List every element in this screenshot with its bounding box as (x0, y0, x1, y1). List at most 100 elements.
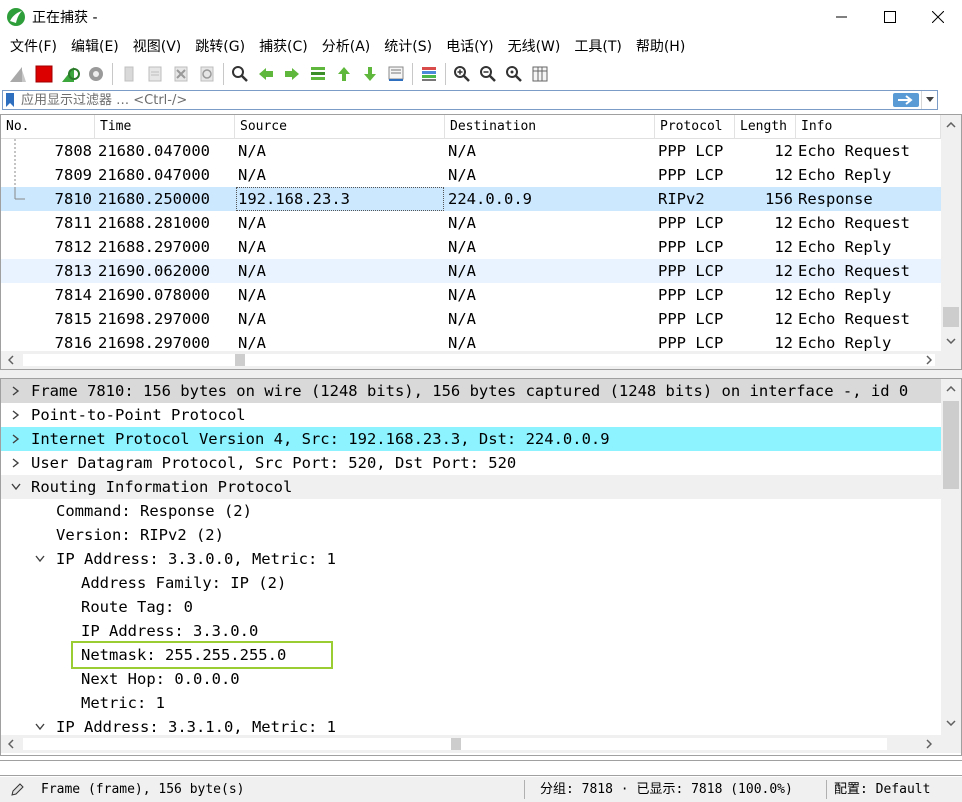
packet-row[interactable]: 7816 21698.297000 N/A N/A PPP LCP 12 Echo Repl… (1, 331, 941, 351)
go-to-packet-button[interactable] (305, 61, 331, 87)
close-file-button[interactable] (168, 61, 194, 87)
column-header-no[interactable]: No. (1, 115, 95, 139)
menu-item[interactable]: 无线(W) (501, 35, 568, 59)
display-filter-input[interactable] (17, 91, 893, 109)
column-header-source[interactable]: Source (235, 115, 445, 139)
packet-row[interactable]: 7811 21688.281000 N/A N/A PPP LCP 12 Echo Requ… (1, 211, 941, 235)
detail-tree-item[interactable]: Routing Information Protocol (1, 475, 941, 499)
packet-row[interactable]: 7812 21688.297000 N/A N/A PPP LCP 12 Echo Repl… (1, 235, 941, 259)
menu-item[interactable]: 编辑(E) (64, 35, 126, 59)
detail-tree-item[interactable]: Metric: 1 (1, 691, 941, 715)
column-header-destination[interactable]: Destination (445, 115, 655, 139)
packet-cell-no: 7812 (54, 238, 92, 256)
detail-tree-item[interactable]: Command: Response (2) (1, 499, 941, 523)
menu-item[interactable]: 统计(S) (377, 35, 439, 59)
chevron-right-icon[interactable] (9, 431, 23, 447)
chevron-right-icon[interactable] (9, 455, 23, 471)
detail-tree-item[interactable]: Internet Protocol Version 4, Src: 192.16… (1, 427, 941, 451)
packet-cell-length: 156 (765, 190, 793, 208)
details-vertical-scrollbar[interactable] (941, 379, 961, 735)
scroll-down-arrow-icon[interactable] (943, 715, 959, 731)
detail-tree-item[interactable]: User Datagram Protocol, Src Port: 520, D… (1, 451, 941, 475)
packet-row[interactable]: 7815 21698.297000 N/A N/A PPP LCP 12 Echo Requ… (1, 307, 941, 331)
menu-item[interactable]: 视图(V) (126, 35, 189, 59)
details-horizontal-scrollbar[interactable] (1, 735, 961, 753)
filter-bookmark-button[interactable] (3, 91, 17, 109)
apply-filter-arrow-icon[interactable] (893, 93, 919, 107)
status-profile[interactable]: 配置: Default (834, 777, 930, 802)
packet-list-horizontal-scrollbar[interactable] (1, 351, 961, 369)
scroll-right-arrow-icon[interactable] (921, 352, 937, 368)
packet-row[interactable]: 7814 21690.078000 N/A N/A PPP LCP 12 Echo Repl… (1, 283, 941, 307)
detail-tree-item[interactable]: Next Hop: 0.0.0.0 (1, 667, 941, 691)
packet-cell-source: N/A (238, 142, 266, 160)
column-header-info[interactable]: Info (796, 115, 941, 139)
find-packet-button[interactable] (227, 61, 253, 87)
packet-row[interactable]: 7810 21680.250000 192.168.23.3 224.0.0.9 RIP… (1, 187, 941, 211)
pane-splitter[interactable] (0, 370, 962, 378)
capture-options-button[interactable] (83, 61, 109, 87)
colorize-button[interactable] (416, 61, 442, 87)
expert-info-button[interactable] (10, 777, 24, 802)
menu-item[interactable]: 跳转(G) (188, 35, 252, 59)
scroll-right-arrow-icon[interactable] (921, 736, 937, 752)
column-header-protocol[interactable]: Protocol (655, 115, 735, 139)
chevron-down-icon[interactable] (33, 551, 47, 567)
menu-item[interactable]: 帮助(H) (629, 35, 692, 59)
detail-tree-item[interactable]: Frame 7810: 156 bytes on wire (1248 bits… (1, 379, 941, 403)
go-last-button[interactable] (357, 61, 383, 87)
column-header-time[interactable]: Time (95, 115, 235, 139)
scroll-left-arrow-icon[interactable] (3, 736, 19, 752)
detail-tree-item[interactable]: Version: RIPv2 (2) (1, 523, 941, 547)
close-button[interactable] (914, 0, 962, 34)
go-first-button[interactable] (331, 61, 357, 87)
go-to-packet-icon (311, 67, 325, 80)
zoom-normal-button[interactable] (501, 61, 527, 87)
detail-tree-item[interactable]: IP Address: 3.3.0.0 (1, 619, 941, 643)
chevron-right-icon[interactable] (9, 407, 23, 423)
restart-capture-button[interactable] (57, 61, 83, 87)
go-forward-button[interactable] (279, 61, 305, 87)
menu-item[interactable]: 工具(T) (567, 35, 628, 59)
packet-cell-no: 7811 (54, 214, 92, 232)
menu-item[interactable]: 捕获(C) (252, 35, 315, 59)
scroll-up-arrow-icon[interactable] (943, 117, 959, 133)
menu-item[interactable]: 电话(Y) (439, 35, 500, 59)
packet-row[interactable]: 7809 21680.047000 N/A N/A PPP LCP 12 Echo Repl… (1, 163, 941, 187)
menu-item[interactable]: 文件(F) (3, 35, 64, 59)
zoom-out-button[interactable] (475, 61, 501, 87)
column-header-length[interactable]: Length (735, 115, 796, 139)
packet-row[interactable]: 7813 21690.062000 N/A N/A PPP LCP 12 Echo Requ… (1, 259, 941, 283)
reload-file-button[interactable] (194, 61, 220, 87)
filter-history-dropdown[interactable] (921, 91, 937, 109)
open-file-button[interactable] (116, 61, 142, 87)
scrollbar-thumb[interactable] (943, 307, 959, 327)
packet-row[interactable]: 7808 21680.047000 N/A N/A PPP LCP 12 Echo Requ… (1, 139, 941, 163)
resize-columns-button[interactable] (527, 61, 553, 87)
chevron-down-icon[interactable] (33, 719, 47, 735)
autoscroll-button[interactable] (383, 61, 409, 87)
detail-tree-item[interactable]: Address Family: IP (2) (1, 571, 941, 595)
packet-list-vertical-scrollbar[interactable] (941, 115, 961, 351)
scroll-left-arrow-icon[interactable] (3, 352, 19, 368)
start-capture-button[interactable] (5, 61, 31, 87)
scroll-up-arrow-icon[interactable] (943, 381, 959, 397)
detail-tree-item[interactable]: Route Tag: 0 (1, 595, 941, 619)
packet-cell-destination: N/A (448, 238, 476, 256)
stop-capture-button[interactable] (31, 61, 57, 87)
scrollbar-thumb[interactable] (943, 401, 959, 489)
zoom-in-button[interactable] (449, 61, 475, 87)
save-file-button[interactable] (142, 61, 168, 87)
detail-tree-item[interactable]: IP Address: 3.3.0.0, Metric: 1 (1, 547, 941, 571)
scroll-down-arrow-icon[interactable] (943, 333, 959, 349)
maximize-button[interactable] (866, 0, 914, 34)
go-back-button[interactable] (253, 61, 279, 87)
chevron-down-icon[interactable] (9, 479, 23, 495)
detail-tree-item[interactable]: Point-to-Point Protocol (1, 403, 941, 427)
menu-item[interactable]: 分析(A) (315, 35, 378, 59)
minimize-button[interactable] (818, 0, 866, 34)
scrollbar-thumb[interactable] (23, 354, 935, 366)
status-frame-info: Frame (frame), 156 byte(s) (41, 782, 245, 797)
detail-tree-item[interactable]: IP Address: 3.3.1.0, Metric: 1 (1, 715, 941, 735)
chevron-right-icon[interactable] (9, 383, 23, 399)
